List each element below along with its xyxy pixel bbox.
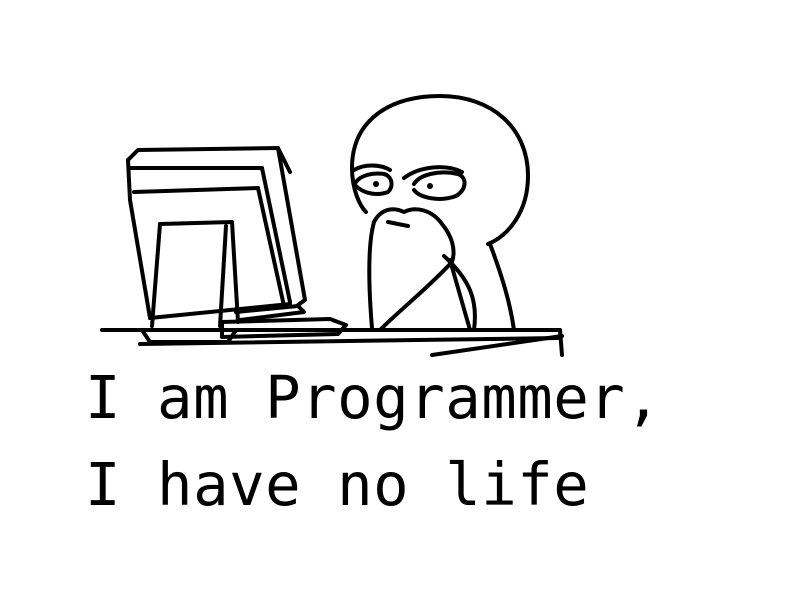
caption-line-2: I have no life	[85, 450, 590, 519]
meme-canvas: I am Programmer, I have no life	[0, 0, 800, 600]
right-eye-icon	[412, 170, 467, 201]
stickman-icon	[350, 94, 530, 332]
caption-line-1: I am Programmer,	[85, 363, 662, 432]
monitor-icon	[126, 146, 307, 344]
